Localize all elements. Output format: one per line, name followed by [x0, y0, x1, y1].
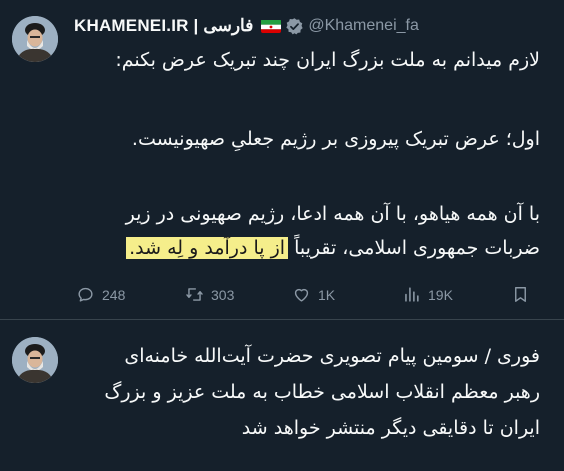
- tweet-text-line: ایران تا دقایقی دیگر منتشر خواهد شد: [241, 417, 540, 439]
- retweet-icon: [186, 288, 203, 301]
- reply-count: 248: [102, 286, 126, 303]
- like-count: 1K: [318, 286, 336, 303]
- tweet-text-line: با آن همه هیاهو، با آن همه ادعا، رژیم صه…: [125, 203, 540, 225]
- tweet-actions: 248 303 1K 19K: [0, 280, 564, 310]
- avatar-image: [12, 16, 58, 62]
- timeline: KHAMENEI.IR | فارسی @Khamenei_fa لازم می…: [0, 0, 564, 471]
- verified-badge-icon: [285, 17, 304, 36]
- bookmark-button[interactable]: [511, 285, 537, 304]
- author-name[interactable]: KHAMENEI.IR | فارسی: [74, 16, 253, 36]
- retweet-button[interactable]: 303: [185, 285, 234, 304]
- tweet-text-line: فوری / سومین پیام تصویری حضرت آیت‌الله خ…: [124, 345, 540, 367]
- like-button[interactable]: 1K: [292, 285, 335, 304]
- views-button[interactable]: 19K: [402, 285, 453, 304]
- avatar[interactable]: [12, 337, 58, 383]
- tweet-text-line: ضربات جمهوری اسلامی، تقریباً از پا درآمد…: [126, 230, 540, 266]
- heart-icon: [294, 288, 309, 302]
- tweet-text-segment: ضربات جمهوری اسلامی، تقریباً: [288, 237, 540, 259]
- iran-flag-icon: [261, 19, 282, 33]
- views-icon: [405, 287, 419, 302]
- tweet-text-line: لازم میدانم به ملت بزرگ ایران چند تبریک …: [115, 49, 540, 71]
- reply-icon: [78, 287, 93, 302]
- avatar-image: [12, 337, 58, 383]
- avatar[interactable]: [12, 16, 58, 62]
- retweet-count: 303: [211, 286, 235, 303]
- tweet-text-line: رهبر معظم انقلاب اسلامی خطاب به ملت عزیز…: [104, 381, 540, 403]
- author-handle[interactable]: @Khamenei_fa: [308, 17, 419, 35]
- reply-button[interactable]: 248: [76, 285, 125, 304]
- tweet-header: KHAMENEI.IR | فارسی @Khamenei_fa: [74, 14, 554, 38]
- tweet[interactable]: KHAMENEI.IR | فارسی @Khamenei_fa لازم می…: [0, 0, 564, 320]
- view-count: 19K: [428, 286, 453, 303]
- tweet-text-line: اول؛ عرض تبریک پیروزی بر رژیم جعلیِ صهیو…: [131, 128, 540, 150]
- bookmark-icon: [515, 287, 526, 302]
- highlighted-text: از پا درآمد و لِه شد.: [126, 237, 289, 259]
